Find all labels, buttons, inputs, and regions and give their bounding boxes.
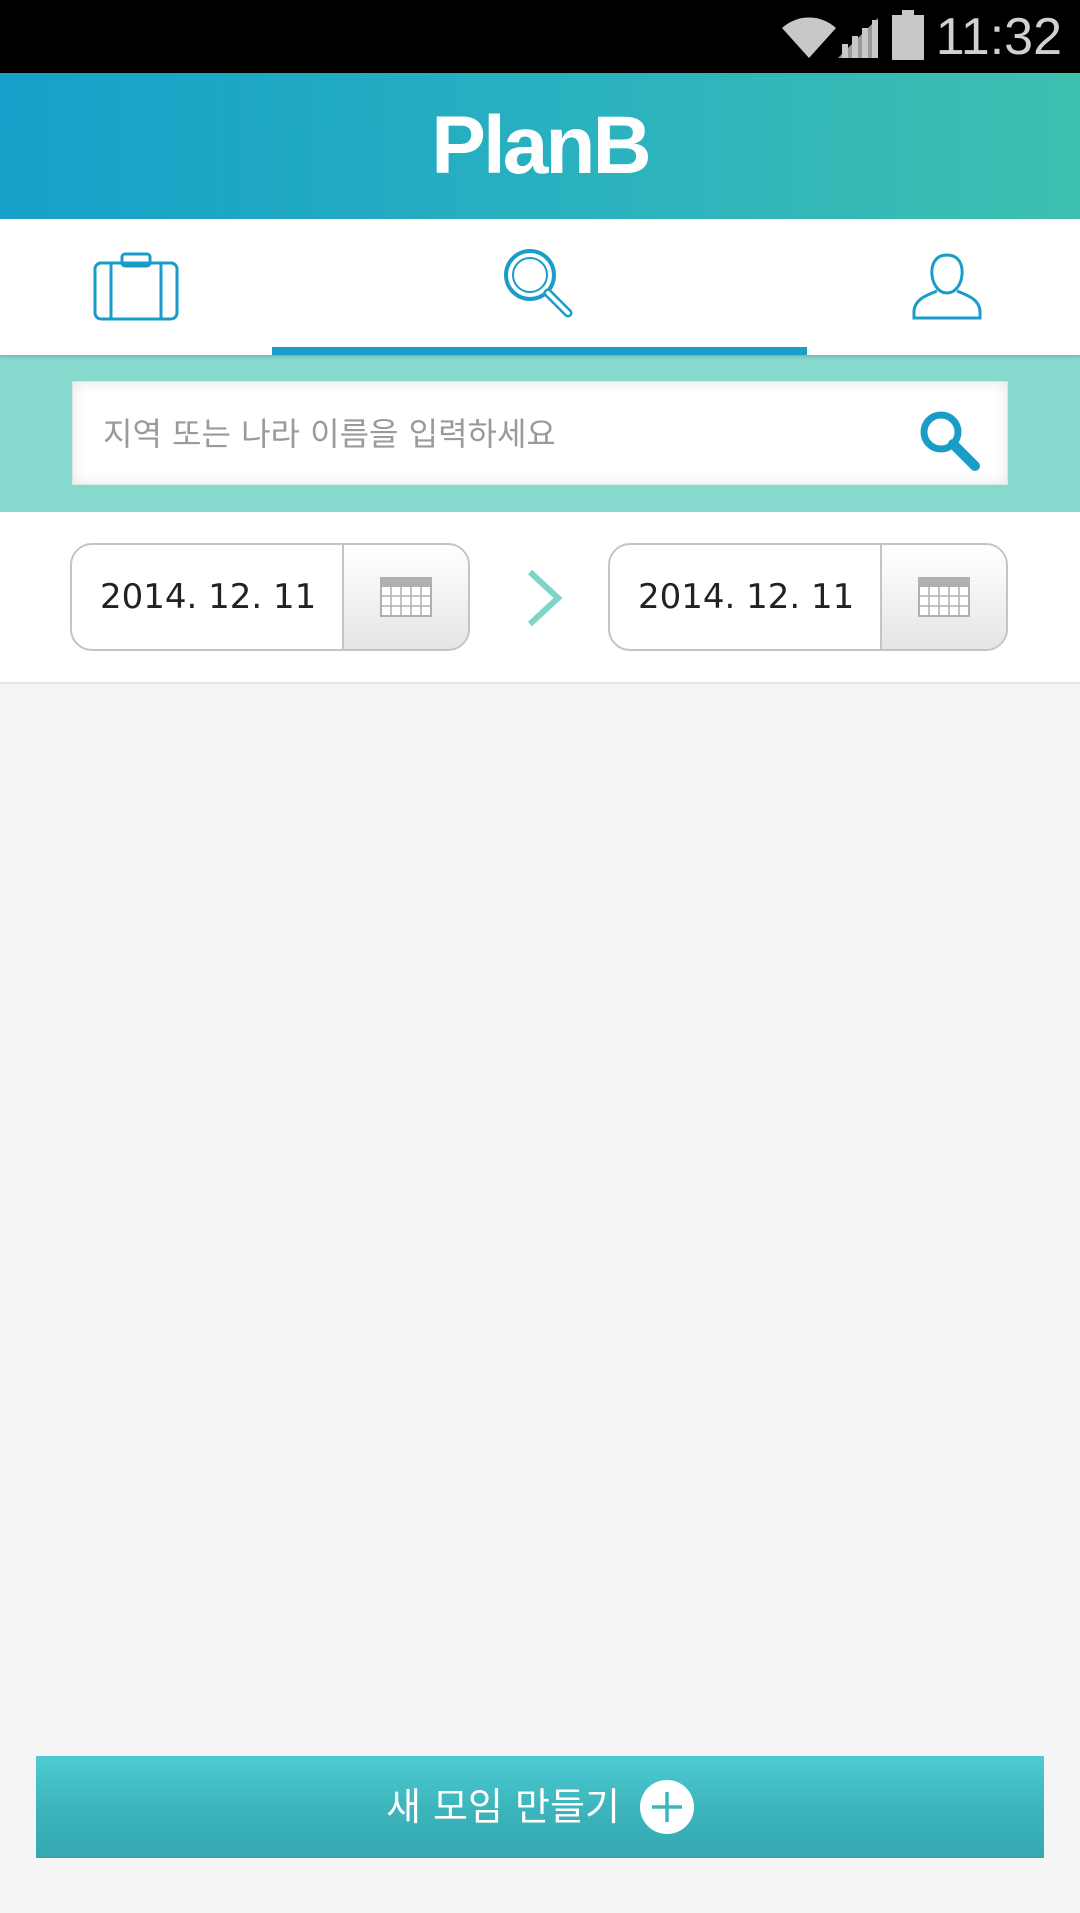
search-section (0, 355, 1080, 512)
search-icon (504, 249, 573, 318)
start-date-field[interactable]: 2014. 12. 11 (70, 543, 470, 651)
search-button[interactable] (917, 408, 981, 472)
suitcase-icon (93, 252, 179, 321)
date-range: 2014. 12. 11 2014. 12. 11 (0, 512, 1080, 684)
end-date-field[interactable]: 2014. 12. 11 (608, 543, 1008, 651)
person-icon (912, 253, 982, 320)
plus-circle-icon (640, 1780, 694, 1834)
app-logo: PlanB (431, 100, 651, 191)
start-date-calendar-button[interactable] (342, 545, 468, 649)
create-meeting-label: 새 모임 만들기 (386, 1785, 620, 1829)
battery-icon (892, 10, 924, 60)
search-box (72, 381, 1008, 486)
tab-trips[interactable] (0, 219, 272, 355)
results-list (0, 684, 1080, 1744)
end-date-calendar-button[interactable] (880, 545, 1006, 649)
wifi-icon (782, 17, 836, 58)
active-tab-indicator (272, 347, 807, 355)
search-input[interactable] (101, 382, 905, 486)
start-date-value[interactable]: 2014. 12. 11 (100, 545, 316, 649)
create-meeting-button[interactable]: 새 모임 만들기 (36, 1756, 1044, 1858)
status-bar: 11:32 (0, 0, 1080, 73)
signal-icon (838, 18, 878, 58)
tab-bar (0, 219, 1080, 355)
chevron-right-icon (527, 569, 563, 627)
end-date-value[interactable]: 2014. 12. 11 (638, 545, 854, 649)
clock: 11:32 (935, 8, 1062, 66)
calendar-icon (380, 577, 432, 617)
app-header: PlanB (0, 73, 1080, 219)
search-icon (920, 411, 980, 471)
calendar-icon (918, 577, 970, 617)
tab-profile[interactable] (807, 219, 1080, 355)
tab-search[interactable] (272, 219, 807, 355)
